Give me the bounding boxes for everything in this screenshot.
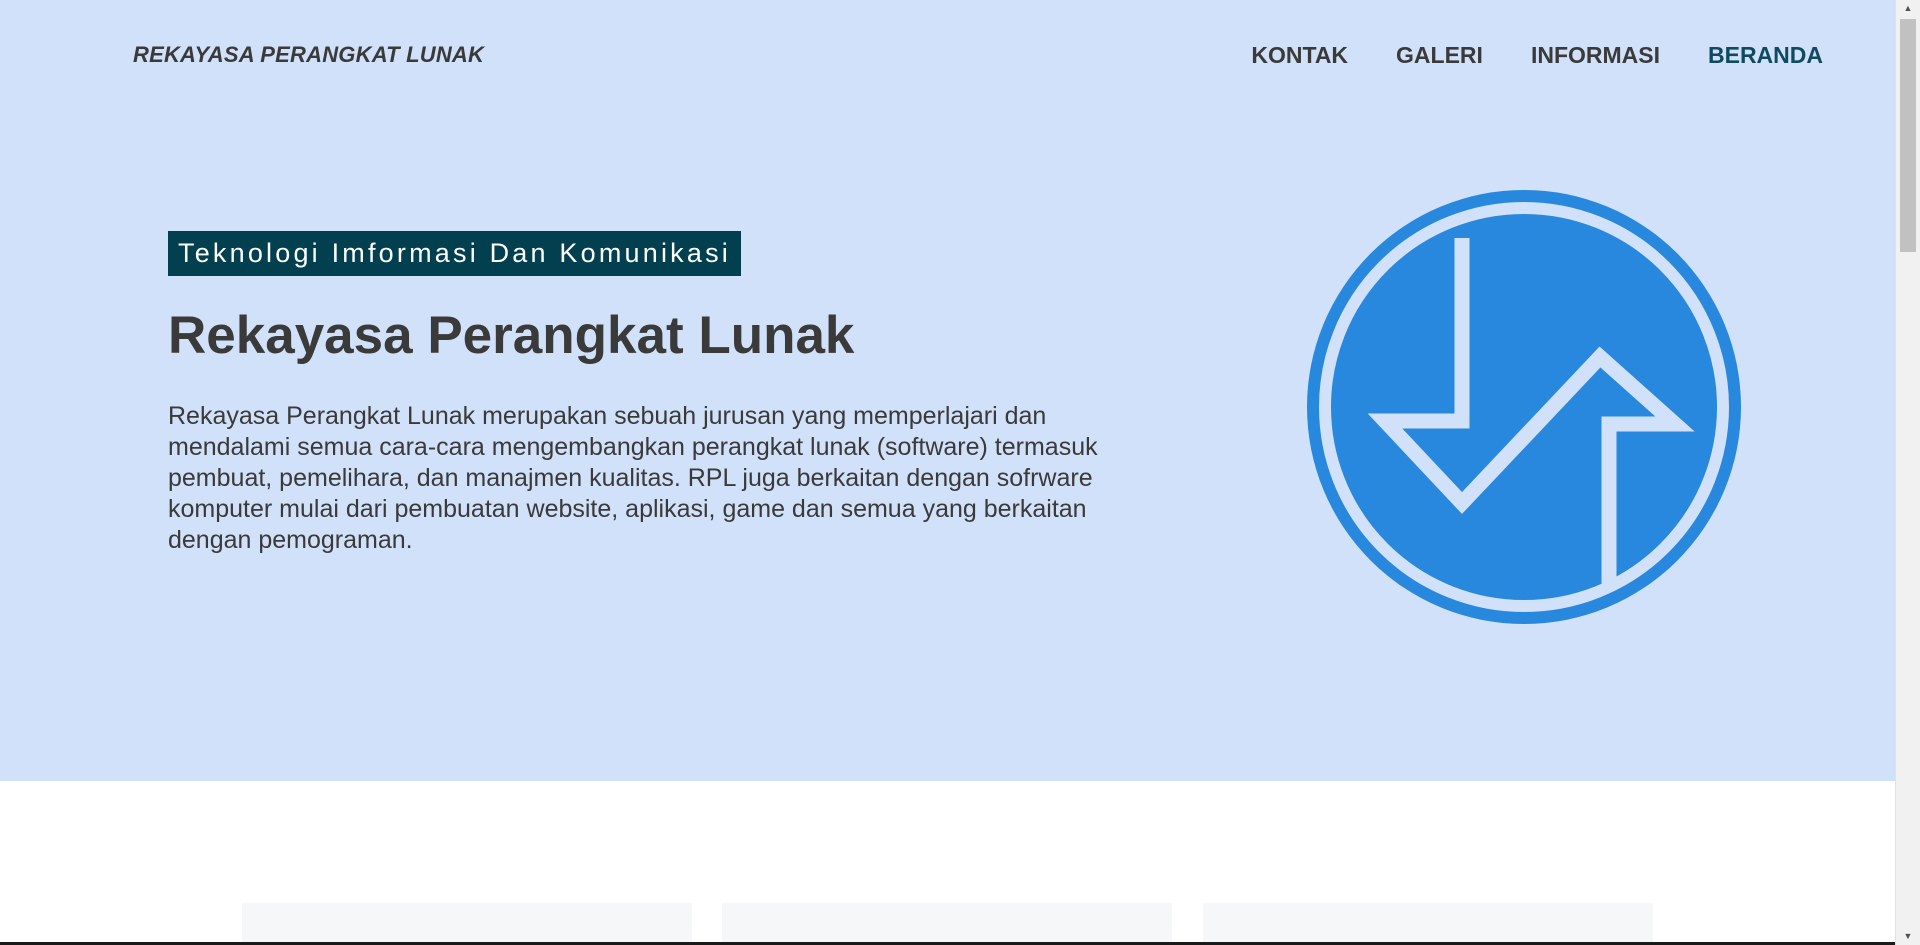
hero-tagline-badge: Teknologi Imformasi Dan Komunikasi — [168, 231, 741, 276]
scroll-down-arrow-icon[interactable]: ▼ — [1896, 928, 1920, 945]
scroll-up-arrow-icon[interactable]: ▲ — [1896, 0, 1920, 17]
brand-logo-text[interactable]: REKAYASA PERANGKAT LUNAK — [133, 42, 484, 68]
nav-link-informasi[interactable]: INFORMASI — [1531, 42, 1660, 69]
feature-card[interactable] — [722, 903, 1172, 945]
rpl-logo-icon — [1307, 190, 1741, 624]
nav-link-galeri[interactable]: GALERI — [1396, 42, 1483, 69]
main-nav: KONTAK GALERI INFORMASI BERANDA — [1251, 42, 1823, 69]
hero-title: Rekayasa Perangkat Lunak — [168, 306, 855, 365]
hero-description: Rekayasa Perangkat Lunak merupakan sebua… — [168, 402, 1098, 554]
vertical-scrollbar[interactable]: ▲ ▼ — [1895, 0, 1920, 945]
scrollbar-thumb[interactable] — [1900, 19, 1916, 252]
nav-link-kontak[interactable]: KONTAK — [1251, 42, 1348, 69]
hero-section: REKAYASA PERANGKAT LUNAK KONTAK GALERI I… — [0, 0, 1895, 781]
navbar: REKAYASA PERANGKAT LUNAK KONTAK GALERI I… — [0, 0, 1895, 110]
feature-card[interactable] — [1203, 903, 1653, 945]
page-viewport: REKAYASA PERANGKAT LUNAK KONTAK GALERI I… — [0, 0, 1895, 945]
feature-cards-section — [0, 781, 1895, 945]
feature-card[interactable] — [242, 903, 692, 945]
logo-outer-ring — [1307, 190, 1741, 624]
nav-link-beranda[interactable]: BERANDA — [1708, 42, 1823, 69]
